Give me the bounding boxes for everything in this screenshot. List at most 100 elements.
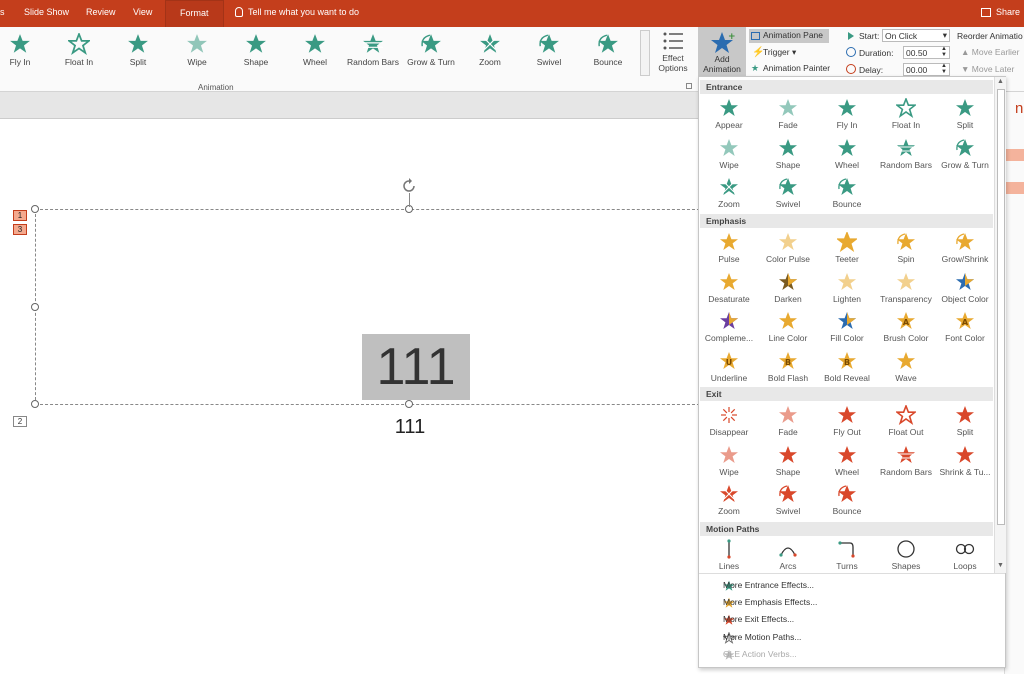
share-button[interactable]: Share — [996, 7, 1020, 17]
scroll-thumb[interactable] — [997, 89, 1005, 525]
entrance-effect-fly-in[interactable]: Fly In — [817, 98, 877, 130]
motion-effect-turns[interactable]: Turns — [817, 539, 877, 571]
resize-handle-l[interactable] — [31, 303, 39, 311]
ribbon-animation-split[interactable]: Split — [109, 30, 167, 67]
scroll-down-icon[interactable]: ▼ — [997, 562, 1004, 569]
exit-effect-bounce[interactable]: Bounce — [817, 484, 877, 516]
trigger-button[interactable]: ⚡ Trigger ▾ — [749, 46, 829, 60]
emphasis-effect-brush-color[interactable]: A Brush Color — [876, 311, 936, 343]
exit-effect-float-out[interactable]: Float Out — [876, 405, 936, 437]
dropdown-scrollbar[interactable]: ▲ ▼ — [994, 77, 1006, 573]
emphasis-effect-font-color[interactable]: A Font Color — [935, 311, 995, 343]
add-animation-button[interactable]: + Add Animation — [698, 27, 746, 77]
delay-field[interactable]: 00.00 ▲ ▼ — [903, 63, 950, 76]
exit-effect-zoom[interactable]: Zoom — [699, 484, 759, 516]
emphasis-effect-spin[interactable]: Spin — [876, 232, 936, 264]
exit-effect-shape[interactable]: Shape — [758, 445, 818, 477]
entrance-effect-shape[interactable]: Shape — [758, 138, 818, 170]
wheel-exit-icon — [817, 445, 877, 465]
start-select[interactable]: On Click ▾ — [882, 29, 950, 42]
ribbon-animation-bounce[interactable]: Bounce — [579, 30, 637, 67]
entrance-effect-appear[interactable]: Appear — [699, 98, 759, 130]
entrance-effect-swivel[interactable]: Swivel — [758, 177, 818, 209]
animation-painter-button[interactable]: ★ Animation Painter — [749, 62, 839, 76]
entrance-effect-split[interactable]: Split — [935, 98, 995, 130]
move-later-button[interactable]: ▼ Move Later — [961, 64, 1014, 74]
entrance-effect-grow-turn[interactable]: Grow & Turn — [935, 138, 995, 170]
small-text[interactable]: 111 — [380, 416, 440, 439]
animation-tag-2[interactable]: 2 — [13, 416, 27, 427]
exit-effect-fly-out[interactable]: Fly Out — [817, 405, 877, 437]
emphasis-effect-compleme[interactable]: Compleme... — [699, 311, 759, 343]
emphasis-effect-bold-flash[interactable]: B Bold Flash — [758, 351, 818, 383]
exit-effect-random-bars[interactable]: Random Bars — [876, 445, 936, 477]
ribbon-animation-random-bars[interactable]: Random Bars — [344, 30, 402, 67]
ribbon-animation-zoom[interactable]: Zoom — [461, 30, 519, 67]
gallery-scroll[interactable] — [640, 30, 650, 76]
ribbon-animation-wipe[interactable]: Wipe — [168, 30, 226, 67]
exit-effect-disappear[interactable]: Disappear — [699, 405, 759, 437]
emphasis-effect-pulse[interactable]: Pulse — [699, 232, 759, 264]
exit-effect-swivel[interactable]: Swivel — [758, 484, 818, 516]
float-in-star-icon — [50, 33, 108, 55]
entrance-effect-zoom[interactable]: Zoom — [699, 177, 759, 209]
motion-effect-arcs[interactable]: Arcs — [758, 539, 818, 571]
tab-review[interactable]: Review — [86, 7, 116, 17]
tab-slide-show[interactable]: Slide Show — [24, 7, 69, 17]
emphasis-effect-transparency[interactable]: Transparency — [876, 272, 936, 304]
tell-me-search[interactable]: Tell me what you want to do — [248, 7, 359, 17]
ribbon-animation-swivel[interactable]: Swivel — [520, 30, 578, 67]
emphasis-effect-object-color[interactable]: Object Color — [935, 272, 995, 304]
large-text-highlight[interactable]: 111 — [362, 334, 470, 400]
group-launcher-icon[interactable] — [686, 83, 692, 89]
shapes-motion-icon — [876, 539, 936, 559]
resize-handle-b[interactable] — [405, 400, 413, 408]
emphasis-effect-grow-shrink[interactable]: Grow/Shrink — [935, 232, 995, 264]
motion-effect-shapes[interactable]: Shapes — [876, 539, 936, 571]
ribbon-animation-shape[interactable]: Shape — [227, 30, 285, 67]
animation-tag-1[interactable]: 1 — [13, 210, 27, 221]
exit-effect-shrink-tu[interactable]: Shrink & Tu... — [935, 445, 995, 477]
emphasis-effect-underline[interactable]: U Underline — [699, 351, 759, 383]
emphasis-effect-darken[interactable]: Darken — [758, 272, 818, 304]
resize-handle-bl[interactable] — [31, 400, 39, 408]
animation-pane-button[interactable]: Animation Pane — [749, 29, 829, 43]
entrance-effect-wheel[interactable]: Wheel — [817, 138, 877, 170]
ribbon-animation-fly-in[interactable]: Fly In — [0, 30, 49, 67]
entrance-effect-float-in[interactable]: Float In — [876, 98, 936, 130]
ribbon-animation-grow-turn[interactable]: Grow & Turn — [402, 30, 460, 67]
resize-handle-tl[interactable] — [31, 205, 39, 213]
entrance-effect-wipe[interactable]: Wipe — [699, 138, 759, 170]
exit-effect-wipe[interactable]: Wipe — [699, 445, 759, 477]
emphasis-effect-wave[interactable]: Wave — [876, 351, 936, 383]
tab-format[interactable]: Format — [165, 0, 224, 27]
emphasis-effect-desaturate[interactable]: Desaturate — [699, 272, 759, 304]
lines-motion-icon — [699, 539, 759, 559]
animation-tag-3[interactable]: 3 — [13, 224, 27, 235]
effect-options-button[interactable]: Effect Options — [653, 27, 693, 79]
ribbon-animation-float-in[interactable]: Float In — [50, 30, 108, 67]
exit-effect-wheel[interactable]: Wheel — [817, 445, 877, 477]
entrance-effect-random-bars[interactable]: Random Bars — [876, 138, 936, 170]
emphasis-effect-bold-reveal[interactable]: B Bold Reveal — [817, 351, 877, 383]
effect-label: Wipe — [719, 159, 739, 170]
color-pulse-emphasis-icon — [758, 232, 818, 252]
ribbon-animation-wheel[interactable]: Wheel — [286, 30, 344, 67]
entrance-effect-fade[interactable]: Fade — [758, 98, 818, 130]
motion-effect-loops[interactable]: Loops — [935, 539, 995, 571]
tab-view[interactable]: View — [133, 7, 152, 17]
motion-effect-lines[interactable]: Lines — [699, 539, 759, 571]
tab-fragment[interactable]: s — [0, 7, 5, 17]
duration-field[interactable]: 00.50 ▲ ▼ — [903, 46, 950, 59]
emphasis-effect-line-color[interactable]: Line Color — [758, 311, 818, 343]
emphasis-effect-lighten[interactable]: Lighten — [817, 272, 877, 304]
scroll-up-icon[interactable]: ▲ — [997, 78, 1004, 85]
emphasis-effect-teeter[interactable]: Teeter — [817, 232, 877, 264]
exit-effect-fade[interactable]: Fade — [758, 405, 818, 437]
move-earlier-button[interactable]: ▲ Move Earlier — [961, 47, 1020, 57]
start-icon — [848, 32, 854, 40]
entrance-effect-bounce[interactable]: Bounce — [817, 177, 877, 209]
emphasis-effect-color-pulse[interactable]: Color Pulse — [758, 232, 818, 264]
exit-effect-split[interactable]: Split — [935, 405, 995, 437]
emphasis-effect-fill-color[interactable]: Fill Color — [817, 311, 877, 343]
